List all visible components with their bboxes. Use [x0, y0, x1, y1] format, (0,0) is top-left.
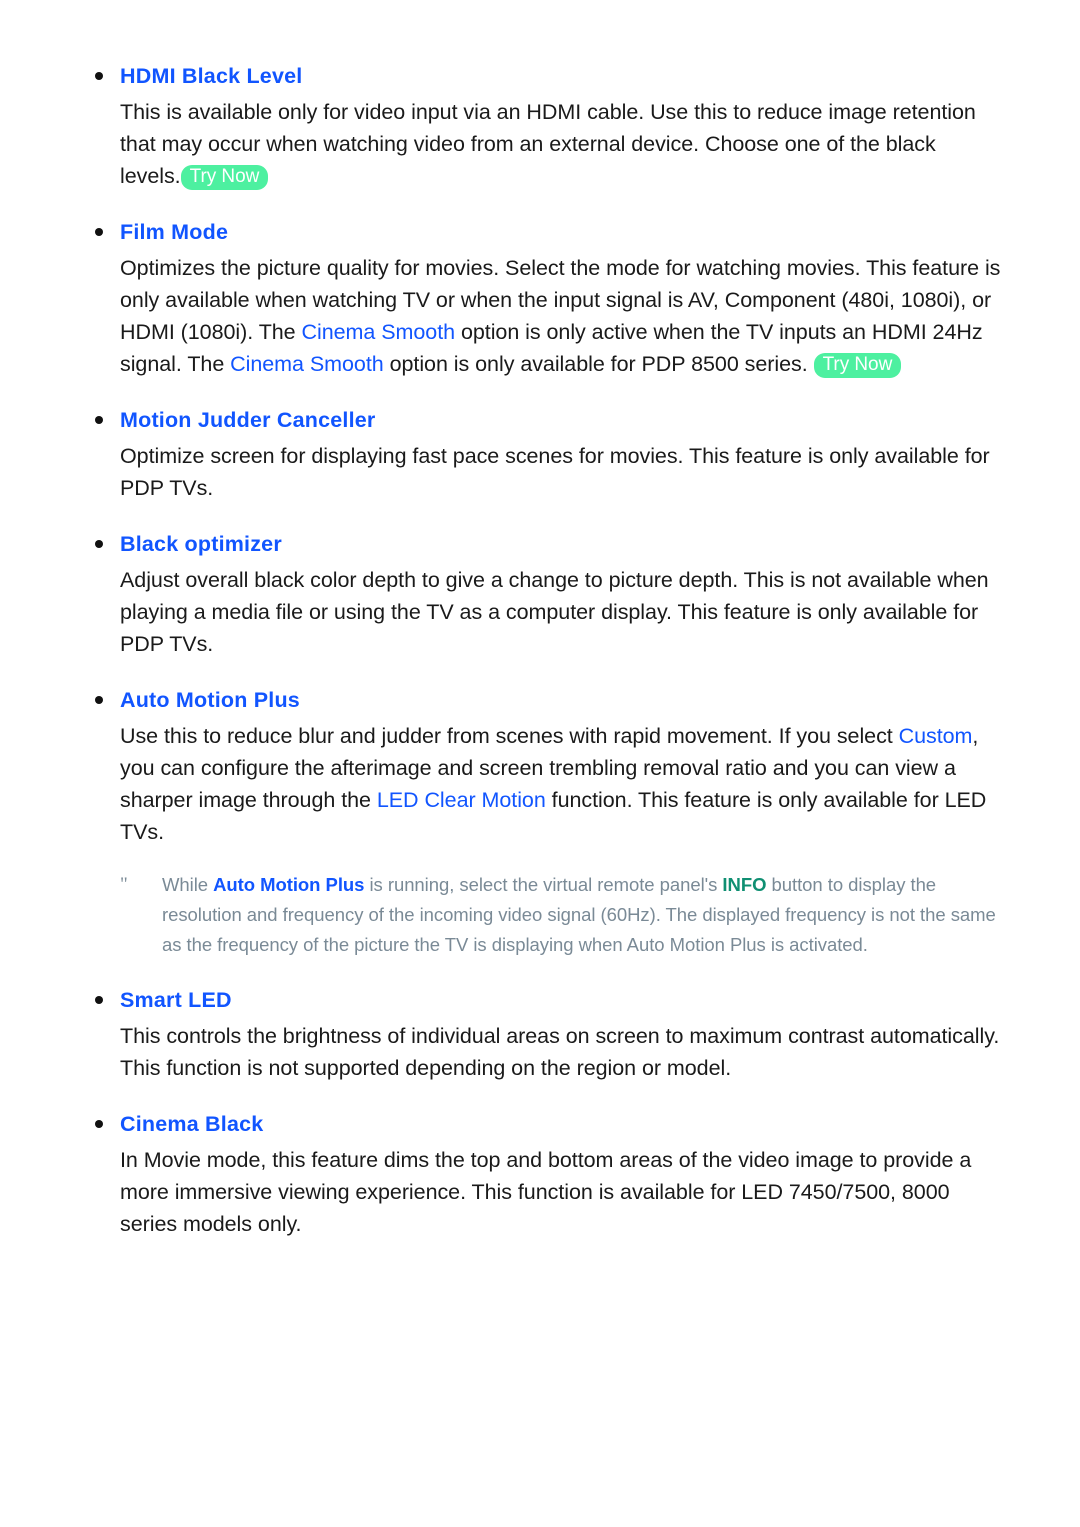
section-body: Optimizes the picture quality for movies… [120, 252, 1002, 380]
heading-row: Auto Motion Plus [88, 686, 1002, 714]
try-now-badge[interactable]: Try Now [180, 165, 269, 190]
bullet-icon [95, 1120, 103, 1128]
bullet-icon [95, 72, 103, 80]
inline-term-info-button[interactable]: INFO [722, 874, 766, 895]
bullet-icon [95, 228, 103, 236]
section-heading: Auto Motion Plus [120, 688, 300, 712]
section-hdmi-black-level: HDMI Black Level This is available only … [88, 62, 1002, 192]
bullet-icon [95, 996, 103, 1004]
bullet-icon [95, 416, 103, 424]
section-smart-led: Smart LED This controls the brightness o… [88, 986, 1002, 1084]
section-heading: HDMI Black Level [120, 64, 303, 88]
heading-row: Cinema Black [88, 1110, 1002, 1138]
note-text: While Auto Motion Plus is running, selec… [162, 870, 1002, 960]
heading-row: HDMI Black Level [88, 62, 1002, 90]
note-text-part: While [162, 874, 214, 895]
quote-marker-icon: " [120, 874, 128, 895]
heading-row: Motion Judder Canceller [88, 406, 1002, 434]
note-block: " While Auto Motion Plus is running, sel… [120, 870, 1002, 960]
section-heading: Smart LED [120, 988, 232, 1012]
heading-row: Smart LED [88, 986, 1002, 1014]
section-cinema-black: Cinema Black In Movie mode, this feature… [88, 1110, 1002, 1240]
section-body: This controls the brightness of individu… [120, 1024, 1000, 1080]
heading-row: Black optimizer [88, 530, 1002, 558]
section-auto-motion-plus: Auto Motion Plus Use this to reduce blur… [88, 686, 1002, 960]
section-body: This is available only for video input v… [120, 96, 1002, 192]
section-body: Optimize screen for displaying fast pace… [120, 444, 990, 500]
heading-row: Film Mode [88, 218, 1002, 246]
section-body: Use this to reduce blur and judder from … [120, 720, 1002, 848]
inline-term-cinema-smooth[interactable]: Cinema Smooth [230, 352, 384, 376]
section-film-mode: Film Mode Optimizes the picture quality … [88, 218, 1002, 380]
section-body: In Movie mode, this feature dims the top… [120, 1148, 972, 1236]
section-heading: Motion Judder Canceller [120, 408, 376, 432]
body-text: Use this to reduce blur and judder from … [120, 724, 899, 748]
inline-term-auto-motion-plus[interactable]: Auto Motion Plus [213, 874, 364, 895]
try-now-badge[interactable]: Try Now [813, 353, 902, 378]
section-body: Adjust overall black color depth to give… [120, 568, 989, 656]
section-heading: Black optimizer [120, 532, 282, 556]
help-document-page: HDMI Black Level This is available only … [0, 0, 1080, 1527]
bullet-icon [95, 540, 103, 548]
section-black-optimizer: Black optimizer Adjust overall black col… [88, 530, 1002, 660]
bullet-icon [95, 696, 103, 704]
inline-term-led-clear-motion[interactable]: LED Clear Motion [377, 788, 546, 812]
note-text-part: is running, select the virtual remote pa… [364, 874, 723, 895]
section-motion-judder-canceller: Motion Judder Canceller Optimize screen … [88, 406, 1002, 504]
inline-term-custom[interactable]: Custom [899, 724, 973, 748]
inline-term-cinema-smooth[interactable]: Cinema Smooth [302, 320, 456, 344]
body-text: option is only available for PDP 8500 se… [383, 352, 808, 376]
section-heading: Cinema Black [120, 1112, 264, 1136]
section-heading: Film Mode [120, 220, 229, 244]
